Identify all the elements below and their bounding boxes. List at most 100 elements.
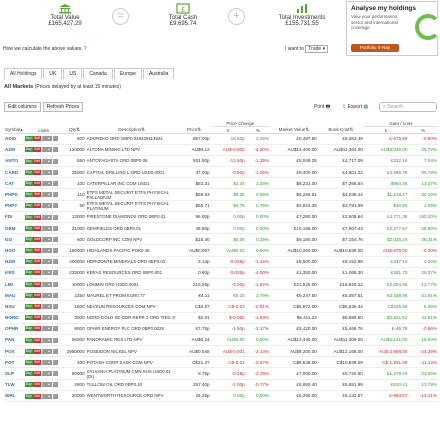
info-icon[interactable]: i [41, 147, 47, 153]
tab-all-holdings[interactable]: All Holdings [4, 68, 43, 79]
symbol-link[interactable]: KRS [4, 267, 24, 279]
alert-icon[interactable]: ! [52, 180, 58, 186]
info-icon[interactable]: i [41, 225, 47, 231]
alert-icon[interactable]: ! [52, 393, 58, 399]
sell-button[interactable]: Sell [33, 136, 42, 142]
symbol-link[interactable]: ANTO [4, 155, 24, 168]
sell-button[interactable]: Sell [33, 281, 42, 287]
info-icon[interactable]: i [41, 315, 47, 321]
alert-icon[interactable]: ! [52, 192, 58, 198]
chart-icon[interactable]: ▴ [47, 136, 53, 142]
buy-button[interactable]: Buy [24, 203, 33, 209]
sell-button[interactable]: Sell [33, 203, 42, 209]
col-change-pct[interactable]: % [245, 126, 271, 134]
col-market-value[interactable]: Market Value⇅ [270, 119, 318, 134]
col-book-cost[interactable]: Book Cost⇅ [317, 119, 364, 134]
chart-icon[interactable]: ▴ [47, 304, 53, 310]
alert-icon[interactable]: ! [52, 326, 58, 332]
buy-button[interactable]: Buy [24, 315, 33, 321]
sell-button[interactable]: Sell [33, 259, 42, 265]
help-icon[interactable]: ? [84, 46, 87, 52]
symbol-link[interactable]: LMI [4, 278, 24, 291]
buy-button[interactable]: Buy [24, 393, 33, 399]
symbol-link[interactable]: POT [4, 356, 24, 369]
chart-icon[interactable]: ▴ [47, 281, 53, 287]
symbol-link[interactable]: HZM [4, 256, 24, 268]
col-price[interactable]: Price⇅ [177, 119, 211, 134]
refresh-prices-button[interactable]: Refresh Prices [42, 102, 84, 112]
sell-button[interactable]: Sell [33, 214, 42, 220]
info-icon[interactable]: i [41, 248, 47, 254]
alert-icon[interactable]: ! [52, 371, 58, 377]
chart-icon[interactable]: ▴ [47, 393, 53, 399]
alert-icon[interactable]: ! [52, 259, 58, 265]
info-icon[interactable]: i [41, 326, 47, 332]
chart-icon[interactable]: ▴ [47, 236, 53, 242]
symbol-link[interactable]: PHPT [4, 200, 24, 212]
info-icon[interactable]: i [41, 337, 47, 343]
info-icon[interactable]: i [41, 192, 47, 198]
symbol-link[interactable]: WRL [4, 390, 24, 403]
sell-button[interactable]: Sell [33, 348, 42, 354]
search-input[interactable]: ⌕ Search [379, 102, 437, 112]
sell-button[interactable]: Sell [33, 292, 42, 298]
buy-button[interactable]: Buy [24, 270, 33, 276]
buy-button[interactable]: Buy [24, 281, 33, 287]
chart-icon[interactable]: ▴ [47, 382, 53, 388]
alert-icon[interactable]: ! [52, 304, 58, 310]
buy-button[interactable]: Buy [24, 214, 33, 220]
info-icon[interactable]: i [41, 259, 47, 265]
buy-button[interactable]: Buy [24, 236, 33, 242]
sell-button[interactable]: Sell [33, 180, 42, 186]
how-we-calculate-link[interactable]: How we calculate the above values. [3, 46, 83, 52]
alert-icon[interactable]: ! [52, 147, 58, 153]
info-icon[interactable]: i [41, 214, 47, 220]
buy-button[interactable]: Buy [24, 158, 33, 164]
chart-icon[interactable]: ▴ [47, 180, 53, 186]
alert-icon[interactable]: ! [52, 136, 58, 142]
buy-button[interactable]: Buy [24, 326, 33, 332]
sell-button[interactable]: Sell [33, 359, 42, 365]
chart-icon[interactable]: ▴ [47, 158, 53, 164]
sell-button[interactable]: Sell [33, 158, 42, 164]
export-button[interactable]: ⇪ Export ▦ [342, 104, 368, 110]
sell-button[interactable]: Sell [33, 236, 42, 242]
sell-button[interactable]: Sell [33, 192, 42, 198]
tab-canada[interactable]: Canada [83, 68, 113, 79]
buy-button[interactable]: Buy [24, 259, 33, 265]
symbol-link[interactable]: PHPD [4, 188, 24, 201]
portfolio-xray-button[interactable]: Portfolio X-Ray [351, 44, 399, 52]
symbol-link[interactable]: TLW [4, 379, 24, 391]
buy-button[interactable]: Buy [24, 169, 33, 175]
tab-europe[interactable]: Europe [113, 68, 142, 79]
chart-icon[interactable]: ▴ [47, 337, 53, 343]
alert-icon[interactable]: ! [52, 281, 58, 287]
col-qty[interactable]: Qty⇅ [63, 119, 86, 134]
symbol-link[interactable]: MAU [4, 289, 24, 302]
symbol-link[interactable]: AZM [4, 144, 24, 156]
symbol-link[interactable]: OPHR [4, 323, 24, 335]
buy-button[interactable]: Buy [24, 147, 33, 153]
sell-button[interactable]: Sell [33, 169, 42, 175]
alert-icon[interactable]: ! [52, 214, 58, 220]
info-icon[interactable]: i [41, 292, 47, 298]
buy-button[interactable]: Buy [24, 359, 33, 365]
chart-icon[interactable]: ▴ [47, 292, 53, 298]
alert-icon[interactable]: ! [52, 203, 58, 209]
sell-button[interactable]: Sell [33, 248, 42, 254]
chart-icon[interactable]: ▴ [47, 225, 53, 231]
symbol-link[interactable]: GEM [4, 222, 24, 235]
alert-icon[interactable]: ! [52, 382, 58, 388]
buy-button[interactable]: Buy [24, 180, 33, 186]
symbol-link[interactable]: CAT [4, 177, 24, 190]
chart-icon[interactable]: ▴ [47, 348, 53, 354]
chart-icon[interactable]: ▴ [47, 270, 53, 276]
info-icon[interactable]: i [41, 382, 47, 388]
alert-icon[interactable]: ! [52, 359, 58, 365]
sell-button[interactable]: Sell [33, 337, 42, 343]
info-icon[interactable]: i [41, 169, 47, 175]
chart-icon[interactable]: ▴ [47, 203, 53, 209]
buy-button[interactable]: Buy [24, 292, 33, 298]
buy-button[interactable]: Buy [24, 225, 33, 231]
alert-icon[interactable]: ! [52, 292, 58, 298]
